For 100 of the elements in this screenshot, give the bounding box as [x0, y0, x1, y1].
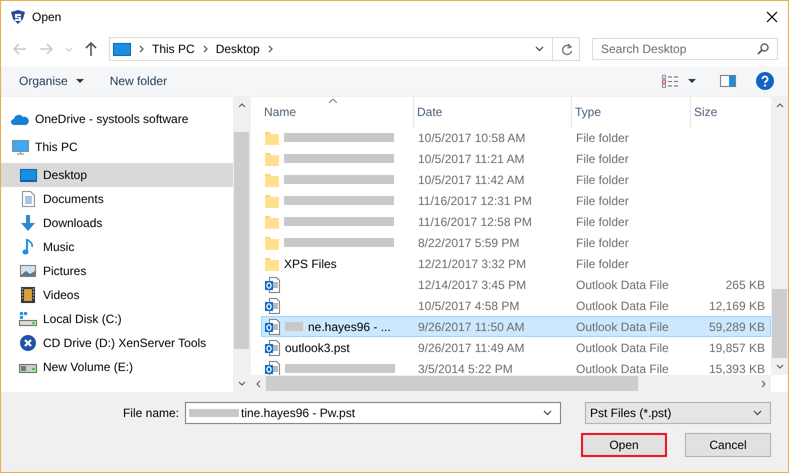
date-cell-text: 10/5/2017 11:42 AM — [417, 172, 526, 186]
type-cell-text: Outlook Data File — [575, 362, 670, 375]
cancel-button[interactable]: Cancel — [685, 433, 771, 457]
scroll-up-icon[interactable] — [238, 103, 246, 108]
file-type-dropdown[interactable]: Pst Files (*.pst) — [585, 402, 771, 424]
size-cell-text: 59,289 KB — [708, 320, 766, 334]
folder-icon — [265, 172, 279, 186]
type-cell-text: File folder — [575, 256, 630, 270]
column-header[interactable]: Date — [414, 97, 572, 127]
breadcrumb-item[interactable]: This PC — [152, 42, 195, 56]
chevron-right-icon — [139, 45, 144, 53]
folder-icon — [265, 256, 279, 270]
nav-item[interactable]: This PC — [1, 135, 233, 159]
nav-item[interactable]: Pictures — [1, 259, 233, 283]
scroll-down-icon[interactable] — [776, 364, 784, 369]
scroll-right-icon[interactable] — [761, 380, 766, 388]
date-cell-text: 8/22/2017 5:59 PM — [417, 236, 520, 250]
column-header[interactable]: Type — [572, 97, 691, 127]
scroll-up-icon[interactable] — [776, 103, 784, 108]
refresh-icon[interactable] — [561, 42, 573, 56]
file-name: outlook3.pst — [285, 340, 350, 354]
address-bar[interactable]: This PC Desktop — [109, 37, 580, 61]
view-list-icon[interactable] — [662, 74, 678, 88]
window-title: Open — [32, 10, 62, 24]
column-header[interactable]: Size — [691, 97, 766, 127]
nav-item[interactable]: Local Disk (C:) — [1, 307, 233, 331]
type-cell-text: File folder — [575, 172, 630, 186]
horizontal-scrollbar[interactable] — [251, 375, 771, 392]
file-row[interactable]: 3/5/2014 5:22 PM Outlook Data File 15,393 KB — [261, 358, 771, 375]
outlook-file-icon — [265, 276, 280, 292]
file-row[interactable]: 11/16/2017 12:58 PM File folder — [261, 211, 771, 232]
scroll-thumb[interactable] — [266, 376, 638, 391]
chevron-down-icon[interactable] — [535, 46, 544, 52]
outlook-file-icon — [265, 298, 280, 314]
up-arrow-icon[interactable] — [85, 42, 97, 56]
date-cell-text: 9/26/2017 11:50 AM — [417, 320, 526, 334]
size-cell-text: 15,393 KB — [708, 362, 766, 375]
open-button[interactable]: Open — [581, 433, 667, 457]
file-row[interactable]: 10/5/2017 11:21 AM File folder — [261, 148, 771, 169]
down-arrow-icon — [21, 215, 35, 231]
file-name-field[interactable]: tine.hayes96 - Pw.pst — [185, 402, 561, 424]
file-row[interactable]: 8/22/2017 5:59 PM File folder — [261, 232, 771, 253]
date-cell-text: 10/5/2017 11:21 AM — [417, 152, 526, 166]
file-row[interactable]: outlook3.pst 9/26/2017 11:49 AM Outlook Data File 19,857 KB — [261, 337, 771, 358]
sort-caret-icon — [329, 99, 337, 103]
breadcrumb-item[interactable]: Desktop — [216, 42, 260, 56]
film-icon — [21, 287, 35, 303]
scroll-thumb[interactable] — [772, 289, 787, 358]
caret-icon[interactable] — [688, 79, 696, 83]
date-cell-text: 11/16/2017 12:58 PM — [417, 214, 533, 228]
type-cell-text: File folder — [575, 236, 630, 250]
search-field[interactable]: Search Desktop — [592, 38, 778, 60]
file-row[interactable]: 12/14/2017 3:45 PM Outlook Data File 265 KB — [261, 274, 771, 295]
scroll-left-icon[interactable] — [256, 380, 261, 388]
scroll-down-icon[interactable] — [238, 381, 246, 386]
monitor-icon — [113, 42, 131, 56]
chevron-right-icon — [268, 45, 273, 53]
date-cell-text: 10/5/2017 10:58 AM — [417, 130, 526, 144]
size-cell-text: 265 KB — [724, 278, 766, 292]
scrollbar[interactable] — [233, 97, 250, 392]
nav-item[interactable]: Downloads — [1, 211, 233, 235]
type-cell-text: Outlook Data File — [575, 278, 670, 292]
hard-drive-icon — [19, 312, 37, 326]
file-row[interactable]: 10/5/2017 10:58 AM File folder — [261, 127, 771, 148]
file-row[interactable]: 10/5/2017 11:42 AM File folder — [261, 169, 771, 190]
date-cell-text: 3/5/2014 5:22 PM — [417, 362, 514, 375]
nav-item[interactable]: New Volume (E:) — [1, 355, 233, 379]
organise-button[interactable]: Organise — [11, 71, 92, 91]
chevron-right-icon — [202, 45, 208, 53]
monitor-icon — [20, 168, 36, 182]
file-row[interactable]: ne.hayes96 - ... 9/26/2017 11:50 AM Outlook Data File 59,289 KB — [261, 316, 771, 337]
date-cell-text: 12/14/2017 3:45 PM — [417, 278, 528, 292]
nav-item[interactable]: Videos — [1, 283, 233, 307]
picture-icon — [20, 265, 36, 277]
type-cell-text: Outlook Data File — [575, 320, 670, 334]
file-row[interactable]: 11/16/2017 12:31 PM File folder — [261, 190, 771, 211]
scroll-thumb[interactable] — [234, 132, 249, 349]
column-header[interactable]: Name — [261, 97, 414, 127]
nav-item[interactable]: Desktop — [1, 163, 233, 187]
nav-item[interactable]: Music — [1, 235, 233, 259]
nav-item[interactable]: Documents — [1, 187, 233, 211]
date-cell-text: 9/26/2017 11:49 AM — [417, 340, 526, 354]
preview-pane-icon[interactable] — [720, 75, 736, 87]
size-cell-text: 12,169 KB — [708, 298, 766, 312]
file-row[interactable]: XPS Files 12/21/2017 3:32 PM File folder — [261, 253, 771, 274]
chevron-down-icon — [753, 410, 762, 416]
drive-icon — [19, 362, 37, 372]
close-icon[interactable] — [766, 10, 778, 22]
nav-item[interactable]: OneDrive - systools software — [1, 107, 233, 131]
new-folder-button[interactable]: New folder — [102, 71, 176, 91]
help-icon[interactable] — [756, 72, 774, 90]
search-icon — [757, 43, 769, 55]
nav-item[interactable]: CD Drive (D:) XenServer Tools — [1, 331, 233, 355]
file-name-label: File name: — [122, 406, 179, 420]
date-cell-text: 12/21/2017 3:32 PM — [417, 256, 528, 270]
scrollbar[interactable] — [771, 97, 788, 375]
type-cell-text: File folder — [575, 214, 630, 228]
type-cell-text: File folder — [575, 194, 630, 208]
file-row[interactable]: 10/5/2017 4:58 PM Outlook Data File 12,169 KB — [261, 295, 771, 316]
cross-circle-icon — [20, 335, 36, 351]
